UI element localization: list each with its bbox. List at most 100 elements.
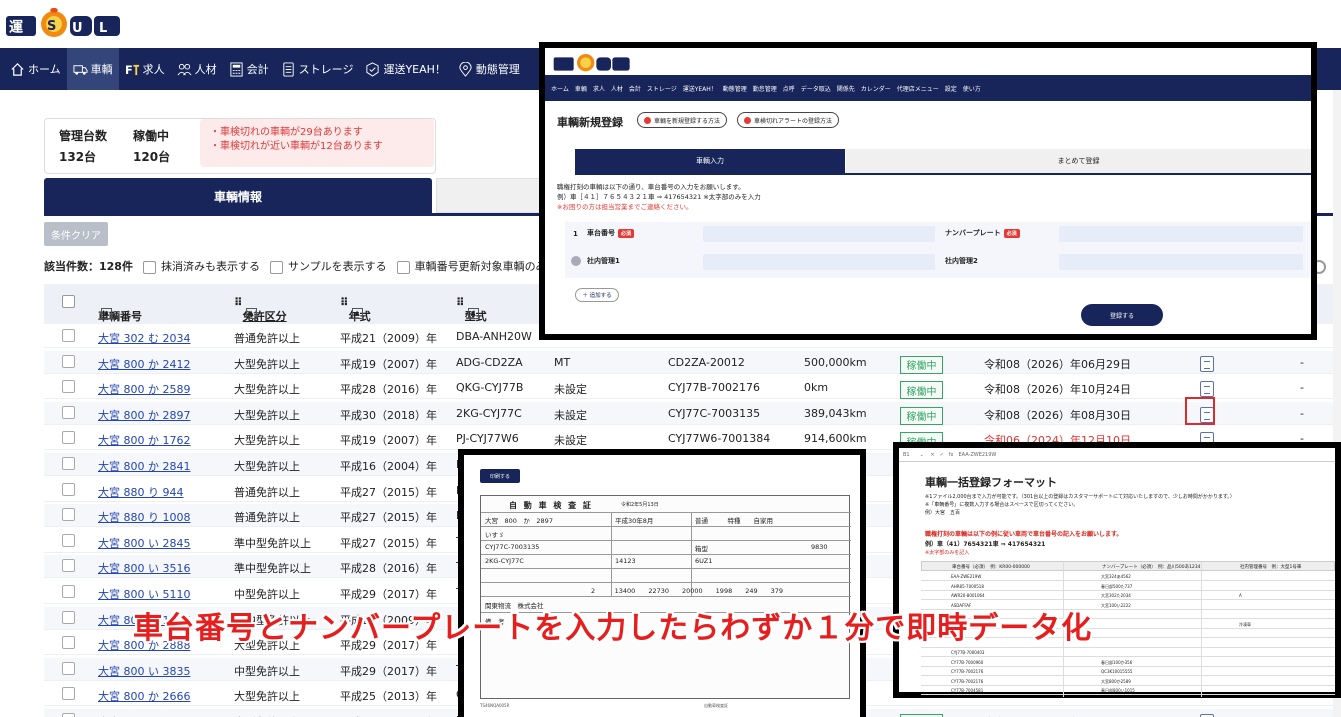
- nav-item-accounting[interactable]: 会計: [223, 48, 275, 90]
- app-logo[interactable]: 運 S U L: [6, 8, 124, 38]
- sheet-cell[interactable]: AHR85-7000518: [951, 584, 984, 589]
- row-checkbox[interactable]: [62, 713, 75, 717]
- sheet-cell[interactable]: CY77B-7002176: [951, 669, 983, 674]
- sheet-row[interactable]: CY77B-7002176 QC3K10015555: [921, 667, 1335, 676]
- sheet-row[interactable]: CYJ77B-7000403: [921, 648, 1335, 657]
- sheet-cell[interactable]: 大宮324あ4562: [1101, 574, 1131, 580]
- col-header-license[interactable]: ⠿ 免許区分 ▲: [234, 296, 287, 323]
- tab-vehicle-input[interactable]: 車輌入力: [575, 149, 845, 173]
- certificate-icon[interactable]: [1200, 381, 1214, 398]
- plate-link[interactable]: 大宮 800 か 2666: [98, 688, 190, 704]
- plate-link[interactable]: 大宮 302 む 2034: [98, 330, 190, 346]
- plate-link[interactable]: 大宮 800 い 5110: [98, 586, 190, 602]
- sheet-row[interactable]: CY77B-7000960 春日部100か356: [921, 658, 1335, 667]
- plate-link[interactable]: 大宮 800 か 1762: [98, 432, 190, 448]
- nav-item-tracking[interactable]: 動態管理: [452, 48, 526, 90]
- sheet-cell[interactable]: CY77B-7000960: [951, 660, 983, 665]
- sheet-cell[interactable]: CY77B-7004581: [951, 688, 983, 693]
- nav-item-home[interactable]: ホーム: [4, 48, 67, 90]
- plate-link[interactable]: 大宮 880 り 944: [98, 484, 183, 500]
- row-checkbox[interactable]: [62, 533, 75, 547]
- plate-link[interactable]: 大宮 800 か 2897: [98, 407, 190, 423]
- row-checkbox[interactable]: [62, 585, 75, 598]
- plate-link[interactable]: 大宮 800 い 3516: [98, 560, 190, 576]
- sort-icon[interactable]: ▲: [467, 308, 479, 319]
- row-checkbox[interactable]: [62, 508, 75, 522]
- sheet-cell[interactable]: 春日部800い1015: [1101, 688, 1135, 694]
- sheet-cell[interactable]: CY77B-7002176: [951, 679, 983, 684]
- sheet-cell[interactable]: 春日部500た737: [1101, 584, 1132, 590]
- divider: [611, 512, 612, 596]
- plate-link[interactable]: 大宮 880 り 1008: [98, 509, 190, 525]
- row-checkbox[interactable]: [62, 431, 75, 445]
- nav-item-people[interactable]: 人材: [171, 48, 223, 90]
- table-row[interactable]: 大宮 800 か 2412 大型免許以上 平成19（2007）年 ADG-CD2ZA M…: [44, 350, 1341, 374]
- sheet-row[interactable]: AWR20-8001064 大宮302た2034 A: [921, 591, 1335, 600]
- plate-link[interactable]: 大宮 800 か 2841: [98, 458, 190, 474]
- nav-item-vehicle[interactable]: 車輌: [66, 48, 119, 90]
- plate-link[interactable]: 大宮 800 い 2845: [98, 535, 190, 551]
- nav-item-storage[interactable]: ストレージ: [275, 48, 360, 90]
- col-header-year[interactable]: ⠿ 年式 ▲: [340, 296, 371, 323]
- checkbox[interactable]: [396, 260, 410, 274]
- sheet-cell[interactable]: A: [1239, 593, 1242, 598]
- sheet-cell[interactable]: QC3K10015555: [1101, 669, 1132, 674]
- plate-link[interactable]: 大宮 800 い 3835: [98, 663, 190, 679]
- remove-row-icon[interactable]: [571, 256, 581, 266]
- internal2-input[interactable]: [1059, 254, 1303, 270]
- sheet-row[interactable]: CY77B-7002176 大宮800か2589: [921, 677, 1335, 686]
- row-checkbox[interactable]: [62, 687, 75, 701]
- row-checkbox[interactable]: [62, 610, 75, 624]
- row-checkbox[interactable]: [62, 329, 75, 342]
- sheet-row[interactable]: CY77B-7004581 春日部800い1015: [921, 686, 1335, 695]
- sheet-cell[interactable]: 春日部100か356: [1101, 660, 1132, 666]
- sheet-cell[interactable]: 大宮302た2034: [1101, 593, 1131, 599]
- sheet-cell[interactable]: EAA-ZWE219W: [951, 574, 981, 579]
- col-header-model[interactable]: ⠿ 型式 ▲: [456, 296, 487, 323]
- plate-input[interactable]: [1059, 226, 1303, 242]
- row-checkbox[interactable]: [62, 636, 75, 650]
- row-checkbox[interactable]: [62, 380, 75, 394]
- table-row[interactable]: 大宮 800 か 2897 大型免許以上 平成30（2018）年 2KG-CYJ77C…: [44, 401, 1341, 425]
- sheet-cell[interactable]: AWR20-8001064: [951, 593, 985, 598]
- register-button[interactable]: 登録する: [1081, 304, 1163, 326]
- sort-icon[interactable]: ▲: [101, 308, 112, 319]
- howto-alert-button[interactable]: 車検切れアラートの登録方法: [737, 112, 840, 128]
- show-sample-toggle[interactable]: サンプルを表示する: [269, 258, 387, 274]
- tab-bulk-register[interactable]: まとめて登録: [846, 149, 1311, 173]
- formula-bar[interactable]: B1 ⌄ × ✓ fx EAA-ZWE219W: [899, 448, 1335, 462]
- sheet-cell[interactable]: 冷凍車: [1239, 622, 1251, 628]
- sheet-cell[interactable]: 大宮800か2589: [1101, 679, 1131, 685]
- tab-vehicle-info[interactable]: 車輌情報: [44, 178, 432, 214]
- show-deleted-toggle[interactable]: 抹消済みも表示する: [142, 258, 260, 274]
- tab-secondary[interactable]: [436, 178, 546, 213]
- sort-icon[interactable]: ▲: [245, 308, 257, 319]
- plate-link[interactable]: 大宮 800 か 2589: [98, 381, 190, 397]
- nav-item-jobs[interactable]: F 求人: [119, 48, 171, 90]
- row-checkbox[interactable]: [62, 661, 75, 675]
- clear-filter-button[interactable]: 条件クリア: [44, 222, 108, 246]
- checkbox[interactable]: [142, 260, 156, 274]
- row-checkbox[interactable]: [62, 559, 75, 573]
- table-row[interactable]: 大宮 800 か 2589 大型免許以上 平成28（2016）年 QKG-CYJ77B…: [44, 376, 1341, 400]
- row-checkbox[interactable]: [62, 457, 75, 470]
- row-number: 1: [573, 230, 578, 238]
- sheet-cell[interactable]: 大宮100い2222: [1101, 603, 1131, 609]
- plate-link[interactable]: 大宮 800 か 2412: [98, 356, 190, 372]
- nav-item-unsou-yeah[interactable]: 運送YEAH！: [359, 48, 451, 90]
- sheet-cell[interactable]: CYJ77B-7000403: [951, 650, 984, 655]
- sheet-row[interactable]: AHR85-7000518 春日部500た737: [921, 582, 1335, 591]
- row-checkbox[interactable]: [62, 354, 75, 368]
- sheet-row[interactable]: EAA-ZWE219W 大宮324あ4562: [921, 572, 1335, 581]
- add-row-button[interactable]: ＋ 追加する: [575, 288, 619, 302]
- select-all-checkbox[interactable]: [62, 295, 75, 308]
- print-button[interactable]: 印刷する: [480, 469, 520, 483]
- internal1-input[interactable]: [703, 254, 935, 270]
- chassis-input[interactable]: [703, 226, 935, 242]
- howto-register-button[interactable]: 車輌を新規登録する方法: [637, 112, 728, 128]
- row-checkbox[interactable]: [62, 405, 75, 419]
- certificate-icon[interactable]: [1200, 355, 1214, 372]
- row-checkbox[interactable]: [62, 482, 75, 496]
- checkbox[interactable]: [269, 260, 283, 274]
- sort-icon[interactable]: ▲: [351, 308, 363, 319]
